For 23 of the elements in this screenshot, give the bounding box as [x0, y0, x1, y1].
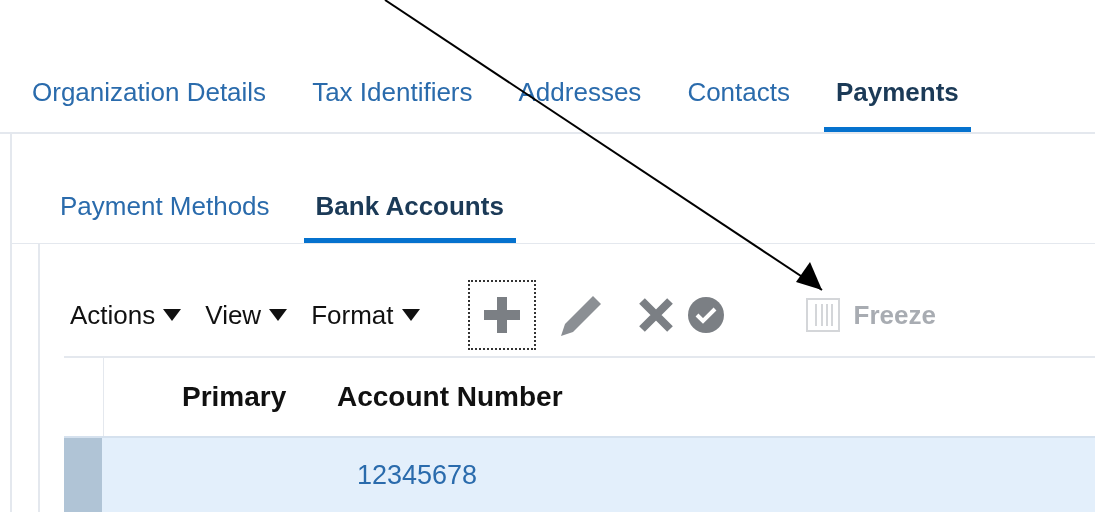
menu-button[interactable]: Format: [311, 295, 420, 335]
caret-icon: [163, 309, 182, 321]
menu-button[interactable]: Actions: [70, 295, 182, 335]
pencil-icon: [560, 294, 603, 336]
caret-icon: [269, 309, 288, 321]
main-tab[interactable]: Contacts: [675, 58, 802, 132]
add-button[interactable]: [467, 280, 536, 350]
sub-tab[interactable]: Payment Methods: [48, 174, 282, 243]
main-tab[interactable]: Payments: [824, 58, 971, 132]
columns-icon: [805, 298, 840, 332]
check-button[interactable]: [685, 295, 726, 335]
plus-icon: [483, 297, 520, 333]
column-header: Account Number: [336, 380, 563, 414]
check-circle-icon: [687, 297, 724, 333]
sub-tab[interactable]: Bank Accounts: [303, 174, 516, 243]
close-icon: [637, 297, 674, 333]
main-tab[interactable]: Tax Identifiers: [300, 58, 485, 132]
main-tab[interactable]: Organization Details: [20, 58, 279, 132]
table-cell-text: 12345678: [357, 458, 478, 492]
column-header: Primary: [181, 380, 288, 414]
caret-icon: [401, 309, 420, 321]
table-row[interactable]: 12345678: [64, 436, 1095, 512]
menu-button[interactable]: View: [205, 295, 288, 335]
